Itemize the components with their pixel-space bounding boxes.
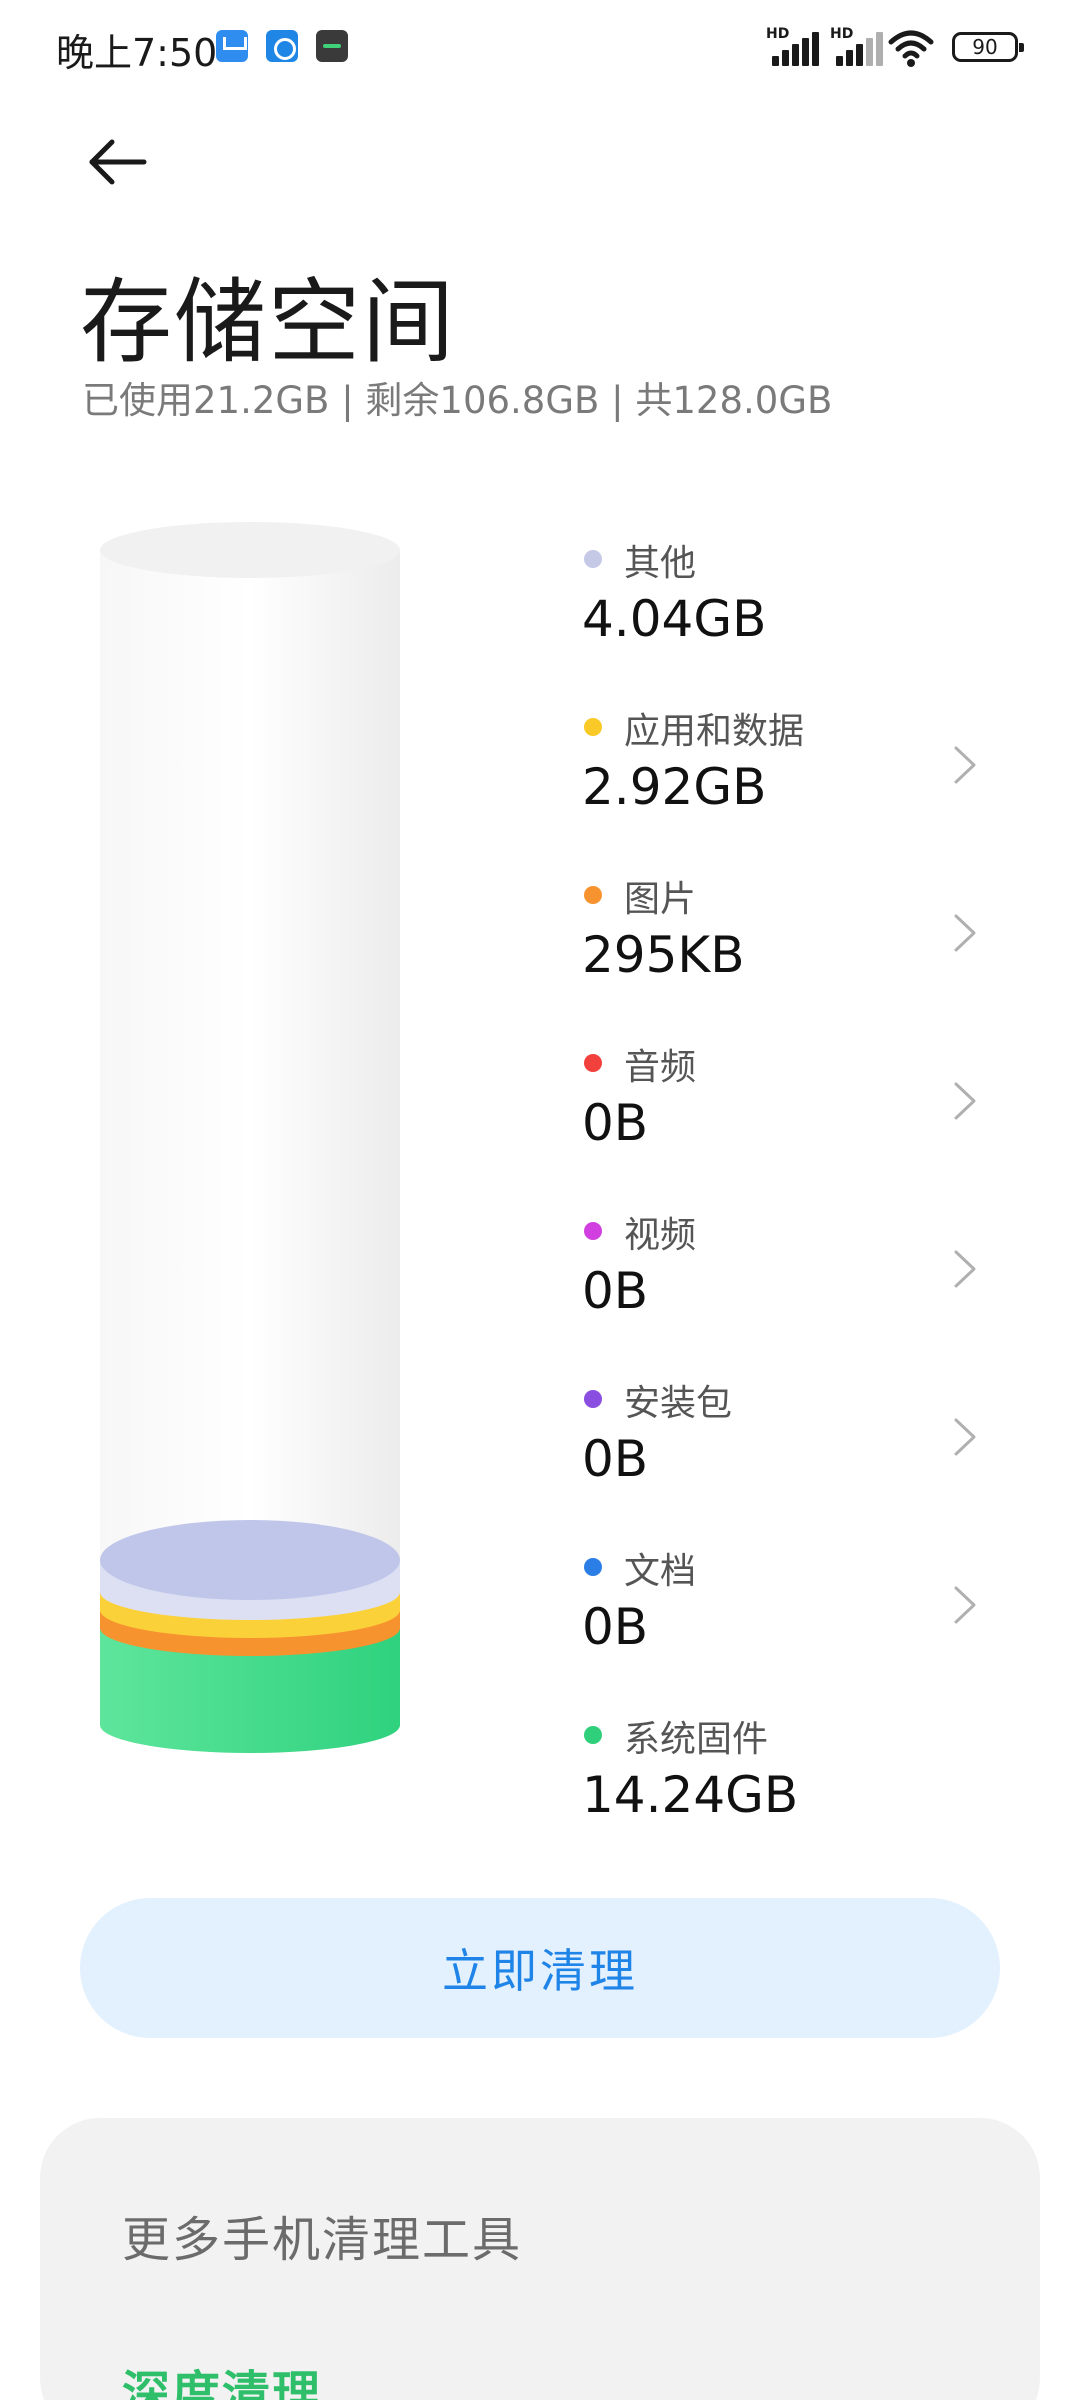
legend-dot xyxy=(584,1390,602,1408)
storage-item-other: 其他 4.04GB xyxy=(580,530,1000,670)
storage-item-photos[interactable]: 图片 295KB xyxy=(580,866,1000,1006)
storage-item-video[interactable]: 视频 0B xyxy=(580,1202,1000,1342)
storage-item-packages[interactable]: 安装包 0B xyxy=(580,1370,1000,1510)
storage-item-label: 安装包 xyxy=(624,1383,733,1424)
back-arrow-icon xyxy=(89,139,147,185)
hd-label: HD xyxy=(766,26,790,42)
storage-item-size: 2.92GB xyxy=(582,758,767,816)
storage-item-size: 0B xyxy=(582,1598,649,1656)
legend-dot xyxy=(584,550,602,568)
battery-icon: 90 xyxy=(952,32,1024,62)
storage-page: 晚上7:50 HD HD 90 存储空间 已使用21.2GB | 剩余106.8… xyxy=(0,0,1080,2400)
chevron-right-icon xyxy=(950,1076,980,1126)
storage-item-label: 文档 xyxy=(624,1551,697,1592)
storage-item-label: 其他 xyxy=(624,543,697,584)
app-icon xyxy=(266,30,298,62)
cylinder-top xyxy=(100,522,400,578)
storage-item-size: 0B xyxy=(582,1430,649,1488)
clean-now-button[interactable]: 立即清理 xyxy=(80,1898,1000,2038)
legend-dot xyxy=(584,1222,602,1240)
game-icon xyxy=(316,30,348,62)
status-bar: 晚上7:50 HD HD 90 xyxy=(0,0,1080,96)
chevron-right-icon xyxy=(950,1580,980,1630)
more-tools-title: 更多手机清理工具 xyxy=(122,2212,523,2268)
battery-level: 90 xyxy=(972,35,998,59)
chevron-right-icon xyxy=(950,1244,980,1294)
storage-item-size: 0B xyxy=(582,1262,649,1320)
storage-summary: 已使用21.2GB | 剩余106.8GB | 共128.0GB xyxy=(82,379,833,422)
cellular-signal-icon: HD xyxy=(766,26,822,66)
segment-top-surface xyxy=(100,1520,400,1600)
storage-item-size: 4.04GB xyxy=(582,590,767,648)
storage-item-size: 14.24GB xyxy=(582,1766,799,1824)
page-title: 存储空间 xyxy=(80,269,457,376)
storage-item-documents[interactable]: 文档 0B xyxy=(580,1538,1000,1678)
more-tools-card: 更多手机清理工具 深度清理 xyxy=(40,2118,1040,2400)
storage-cylinder-chart xyxy=(90,520,410,1820)
legend-dot xyxy=(584,1726,602,1744)
storage-item-apps-data[interactable]: 应用和数据 2.92GB xyxy=(580,698,1000,838)
storage-item-label: 音频 xyxy=(624,1047,697,1088)
chevron-right-icon xyxy=(950,1412,980,1462)
hd-label: HD xyxy=(830,26,854,42)
storage-item-system-firmware: 系统固件 14.24GB xyxy=(580,1706,1000,1846)
legend-dot xyxy=(584,886,602,904)
legend-dot xyxy=(584,718,602,736)
chevron-right-icon xyxy=(950,740,980,790)
legend-dot xyxy=(584,1558,602,1576)
storage-item-label: 图片 xyxy=(624,879,697,920)
chevron-right-icon xyxy=(950,908,980,958)
storage-item-size: 0B xyxy=(582,1094,649,1152)
storage-item-size: 295KB xyxy=(582,926,745,984)
legend-dot xyxy=(584,1054,602,1072)
storage-item-audio[interactable]: 音频 0B xyxy=(580,1034,1000,1174)
storage-item-label: 视频 xyxy=(624,1215,697,1256)
wifi-icon xyxy=(888,28,934,68)
deep-clean-link[interactable]: 深度清理 xyxy=(122,2354,322,2400)
cellular-signal-icon: HD xyxy=(830,26,886,66)
storage-item-label: 应用和数据 xyxy=(624,711,805,752)
back-button[interactable] xyxy=(70,122,160,202)
status-time: 晚上7:50 xyxy=(56,31,218,75)
storage-item-label: 系统固件 xyxy=(624,1719,769,1760)
mail-icon xyxy=(216,30,248,62)
